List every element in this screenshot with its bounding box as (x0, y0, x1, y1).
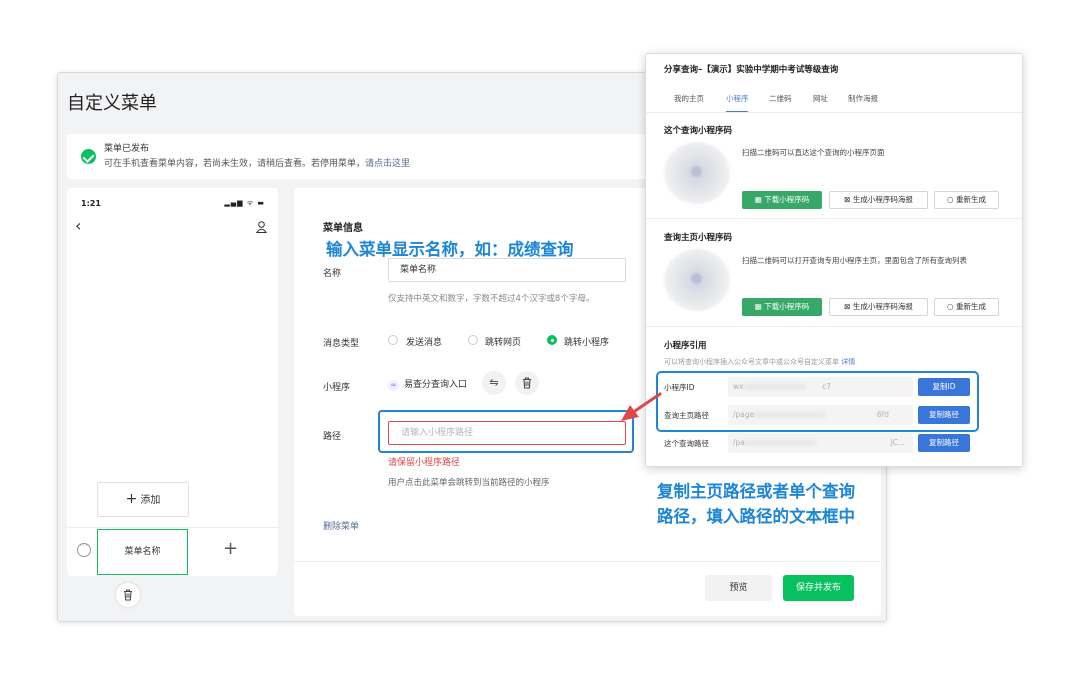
radio-open-webpage-label: 跳转网页 (485, 338, 522, 348)
menu-item-selected[interactable]: 菜单名称 (97, 529, 188, 575)
regen-label: 重新生成 (955, 302, 986, 311)
banner-status: 菜单已发布 (104, 144, 150, 154)
copy-query-path-button[interactable]: 复制路径 (918, 434, 970, 452)
radio-send-message[interactable] (388, 335, 398, 345)
path-tip-line2: 路径，填入路径的文本框中 (657, 507, 855, 526)
reference-hint: 可以将查询小程序插入公众号文章中或公众号自定义菜单 详情 (664, 357, 855, 367)
disable-menu-link[interactable]: 请点击这里 (365, 159, 410, 169)
masked-value: xxxxxxxxxxxxxxxx (744, 438, 816, 447)
qr-icon: ▦ (754, 195, 765, 204)
message-type-label: 消息类型 (323, 339, 360, 349)
poster-label: 生成小程序码海报 (852, 195, 913, 204)
radio-send-message-label: 发送消息 (406, 338, 443, 348)
home-code-desc: 扫描二维码可以打开查询专用小程序主页，里面包含了所有查询列表 (742, 256, 967, 265)
tab-qrcode[interactable]: 二维码 (769, 93, 792, 104)
tabs-divider (646, 112, 1022, 113)
trash-icon[interactable] (515, 371, 539, 395)
phone-menu-bar: 菜单名称 + (67, 527, 278, 576)
add-menu-button[interactable]: + (223, 538, 238, 559)
phone-time: 1:21 (81, 199, 101, 208)
plus-icon: + (125, 491, 138, 507)
name-hint: 仅支持中英文和数字，字数不超过4个汉字或8个字母。 (388, 294, 595, 304)
circle-icon: ○ (947, 302, 956, 311)
back-arrow-icon: ‹ (75, 216, 82, 235)
highlight-path-input (378, 410, 634, 453)
share-title: 分享查询–【演示】实验中学期中考试等级查询 (664, 65, 839, 75)
tab-poster[interactable]: 制作海报 (848, 93, 878, 104)
delete-menu-link[interactable]: 删除菜单 (323, 519, 359, 532)
home-qr-code (664, 249, 730, 311)
download-query-code-button[interactable]: ▦ 下载小程序码 (742, 191, 822, 209)
phone-preview: 1:21 ▂▄▆ ᯤ ▬ ‹ +添加 菜单名称 + (67, 188, 278, 576)
section-divider (646, 326, 1022, 327)
trash-icon-glyph (523, 377, 531, 389)
user-icon (256, 221, 267, 233)
query-qr-code (664, 142, 730, 204)
footer-divider (294, 561, 881, 562)
circle-icon: ○ (947, 195, 956, 204)
section-title: 菜单信息 (323, 223, 363, 234)
path-hint: 用户点击此菜单会跳转到当前路径的小程序 (388, 478, 550, 488)
image-icon: ⊠ (844, 302, 853, 311)
value-end: jC... (890, 438, 905, 447)
add-label: 添加 (140, 495, 161, 506)
details-link[interactable]: 详情 (841, 358, 855, 366)
query-code-desc: 扫描二维码可以直达这个查询的小程序页面 (742, 148, 885, 157)
path-label: 路径 (323, 432, 342, 442)
download-label: 下载小程序码 (764, 302, 810, 311)
tab-home[interactable]: 我的主页 (674, 93, 704, 104)
delete-menu-icon-button[interactable] (116, 583, 140, 607)
link-icon: ∞ (388, 380, 399, 391)
section-divider (646, 218, 1022, 219)
regen-label: 重新生成 (955, 195, 986, 204)
signal-wifi-battery-icon: ▂▄▆ ᯤ ▬ (224, 199, 265, 207)
home-poster-button[interactable]: ⊠ 生成小程序码海报 (829, 298, 928, 316)
image-icon: ⊠ (844, 195, 853, 204)
reference-hint-text: 可以将查询小程序插入公众号文章中或公众号自定义菜单 (664, 358, 839, 366)
keyboard-icon[interactable] (77, 541, 91, 557)
annotation-name-tip: 输入菜单显示名称，如：成绩查询 (326, 240, 574, 259)
qr-icon: ▦ (754, 302, 765, 311)
banner-message-text: 可在手机查看菜单内容，若尚未生效，请稍后查看。若停用菜单， (104, 159, 366, 169)
query-code-title: 这个查询小程序码 (664, 126, 733, 136)
tab-url[interactable]: 网址 (813, 93, 828, 104)
name-label: 名称 (323, 269, 342, 279)
banner-message: 可在手机查看菜单内容，若尚未生效，请稍后查看。若停用菜单，请点击这里 (104, 156, 410, 169)
download-label: 下载小程序码 (764, 195, 810, 204)
menu-name-input[interactable]: 菜单名称 (388, 258, 626, 282)
miniprogram-label: 小程序 (323, 383, 351, 393)
radio-open-webpage[interactable] (468, 335, 478, 345)
poster-label: 生成小程序码海报 (852, 302, 913, 311)
miniprogram-chip: ∞ 易查分查询入口 (388, 377, 467, 391)
download-home-code-button[interactable]: ▦ 下载小程序码 (742, 298, 822, 316)
path-error-message: 请保留小程序路径 (388, 458, 461, 468)
home-code-title: 查询主页小程序码 (664, 233, 733, 243)
query-regen-button[interactable]: ○ 重新生成 (934, 191, 999, 209)
radio-open-miniprogram[interactable] (547, 335, 557, 345)
preview-button[interactable]: 预览 (705, 575, 772, 601)
swap-icon[interactable]: ⇋ (482, 371, 506, 395)
tab-miniprogram[interactable]: 小程序 (726, 93, 749, 104)
trash-icon (124, 589, 132, 601)
page-title: 自定义菜单 (67, 93, 157, 114)
add-submenu-button[interactable]: + 添加 (97, 482, 189, 517)
check-circle-icon (81, 149, 96, 164)
ref-label-query-path: 这个查询路径 (664, 439, 709, 448)
annotation-path-tip: 复制主页路径或者单个查询 路径，填入路径的文本框中 (657, 479, 855, 529)
radio-open-miniprogram-label: 跳转小程序 (564, 338, 610, 348)
miniprogram-name: 易查分查询入口 (404, 380, 468, 390)
home-regen-button[interactable]: ○ 重新生成 (934, 298, 999, 316)
save-publish-button[interactable]: 保存并发布 (783, 575, 854, 601)
value-start: /pa (733, 438, 745, 447)
highlight-reference-fields (656, 371, 979, 432)
query-poster-button[interactable]: ⊠ 生成小程序码海报 (829, 191, 928, 209)
query-path-field[interactable]: /paxxxxxxxxxxxxxxxx jC... (728, 433, 913, 453)
path-tip-line1: 复制主页路径或者单个查询 (657, 482, 855, 501)
reference-title: 小程序引用 (664, 341, 707, 351)
